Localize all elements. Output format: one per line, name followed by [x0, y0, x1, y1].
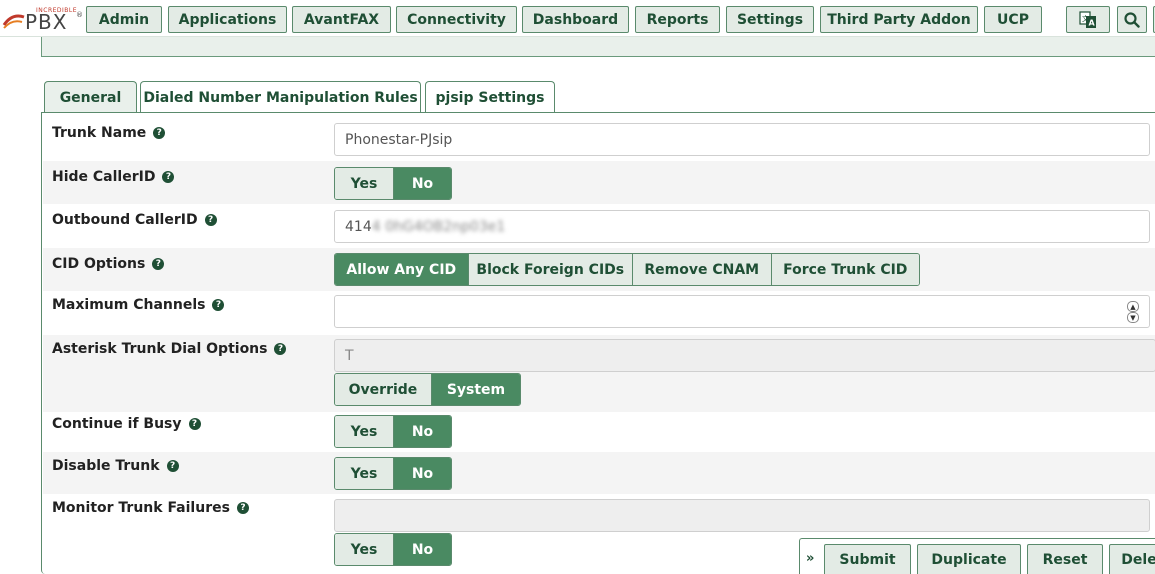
hide-callerid-label-text: Hide CallerID	[52, 169, 156, 185]
max-channels-label: Maximum Channels ?	[52, 297, 225, 313]
cid-block-foreign[interactable]: Block Foreign CIDs	[468, 254, 633, 285]
nav-avantfax[interactable]: AvantFAX	[292, 6, 391, 33]
monitor-failures-label: Monitor Trunk Failures ?	[52, 500, 249, 516]
incredible-pbx-logo[interactable]: INCREDIBLE PBX ®	[2, 7, 83, 34]
nav-admin[interactable]: Admin	[86, 6, 162, 33]
max-channels-label-text: Maximum Channels	[52, 297, 206, 313]
help-icon[interactable]: ?	[166, 460, 179, 472]
cid-force-trunk[interactable]: Force Trunk CID	[771, 254, 919, 285]
number-spinner[interactable]: ▲ ▼	[1127, 301, 1139, 323]
continue-if-busy-yes[interactable]: Yes	[335, 416, 394, 447]
monitor-failures-yes[interactable]: Yes	[335, 534, 394, 565]
translate-icon: 文 A	[1079, 10, 1096, 28]
disable-trunk-yes[interactable]: Yes	[335, 458, 394, 489]
help-icon[interactable]: ?	[274, 343, 287, 355]
help-icon[interactable]: ?	[153, 127, 166, 139]
row-cid-options: CID Options ? Allow Any CID Block Foreig…	[43, 248, 1155, 291]
nav-dashboard[interactable]: Dashboard	[522, 6, 629, 33]
cid-allow-any[interactable]: Allow Any CID	[335, 254, 469, 285]
submit-button[interactable]: Submit	[824, 544, 911, 574]
help-icon[interactable]: ?	[204, 214, 217, 226]
nav-third-party-addon[interactable]: Third Party Addon	[820, 6, 978, 33]
dial-options-toggle: Override System	[334, 373, 521, 406]
monitor-failures-label-text: Monitor Trunk Failures	[52, 500, 230, 516]
general-settings-panel: Trunk Name ? Phonestar-PJsip Hide Caller…	[41, 112, 1155, 574]
cid-remove-cnam[interactable]: Remove CNAM	[632, 254, 772, 285]
nav-ucp[interactable]: UCP	[984, 6, 1042, 33]
logo-registered-mark: ®	[76, 11, 83, 19]
svg-text:A: A	[1089, 18, 1096, 27]
row-continue-if-busy: Continue if Busy ? Yes No	[43, 412, 1155, 452]
help-icon[interactable]: ?	[152, 258, 165, 270]
trunk-name-input[interactable]: Phonestar-PJsip	[334, 123, 1150, 156]
cid-options-label-text: CID Options	[52, 256, 146, 272]
trunk-name-value: Phonestar-PJsip	[345, 131, 453, 148]
help-icon[interactable]: ?	[236, 502, 249, 514]
hide-callerid-yes[interactable]: Yes	[335, 168, 394, 199]
outbound-callerid-input[interactable]: 414 4 0hG4OB2np03e1	[334, 210, 1150, 243]
nav-applications[interactable]: Applications	[168, 6, 287, 33]
row-dial-options: Asterisk Trunk Dial Options ? T Override…	[43, 335, 1155, 412]
disable-trunk-toggle: Yes No	[334, 457, 452, 490]
subheader-bar	[41, 37, 1155, 57]
delete-button[interactable]: Dele	[1109, 544, 1155, 574]
duplicate-button[interactable]: Duplicate	[917, 544, 1021, 574]
logo-swoosh-icon	[2, 14, 25, 29]
disable-trunk-label: Disable Trunk ?	[52, 458, 179, 474]
dial-options-label-text: Asterisk Trunk Dial Options	[52, 341, 268, 357]
outbound-callerid-label: Outbound CallerID ?	[52, 212, 217, 228]
row-max-channels: Maximum Channels ? ▲ ▼	[43, 291, 1155, 335]
dial-options-input[interactable]: T	[334, 339, 1155, 372]
continue-if-busy-toggle: Yes No	[334, 415, 452, 448]
monitor-failures-input[interactable]	[334, 499, 1150, 532]
search-button[interactable]	[1117, 6, 1147, 33]
hide-callerid-toggle: Yes No	[334, 167, 452, 200]
row-trunk-name: Trunk Name ? Phonestar-PJsip	[43, 113, 1155, 161]
dial-options-system[interactable]: System	[431, 374, 520, 405]
disable-trunk-no[interactable]: No	[393, 458, 451, 489]
outbound-callerid-value: 414	[345, 218, 372, 235]
row-outbound-callerid: Outbound CallerID ? 414 4 0hG4OB2np03e1	[43, 204, 1155, 248]
help-icon[interactable]: ?	[162, 171, 175, 183]
hide-callerid-no[interactable]: No	[393, 168, 451, 199]
cid-options-label: CID Options ?	[52, 256, 165, 272]
help-icon[interactable]: ?	[188, 418, 201, 430]
outbound-callerid-blurred-value: 4 0hG4OB2np03e1	[371, 218, 506, 235]
cid-options-toggle: Allow Any CID Block Foreign CIDs Remove …	[334, 253, 920, 286]
translate-button[interactable]: 文 A	[1066, 6, 1110, 33]
help-icon[interactable]: ?	[212, 299, 225, 311]
reset-button[interactable]: Reset	[1027, 544, 1103, 574]
trunk-name-label-text: Trunk Name	[52, 125, 147, 141]
hide-callerid-label: Hide CallerID ?	[52, 169, 175, 185]
nav-connectivity[interactable]: Connectivity	[396, 6, 517, 33]
continue-if-busy-label-text: Continue if Busy	[52, 416, 182, 432]
monitor-failures-no[interactable]: No	[393, 534, 451, 565]
tab-pjsip-settings[interactable]: pjsip Settings	[425, 81, 555, 113]
dial-options-override[interactable]: Override	[335, 374, 432, 405]
monitor-failures-toggle: Yes No	[334, 533, 452, 566]
continue-if-busy-label: Continue if Busy ?	[52, 416, 201, 432]
max-channels-input[interactable]: ▲ ▼	[334, 295, 1150, 328]
outbound-callerid-label-text: Outbound CallerID	[52, 212, 198, 228]
dial-options-value: T	[345, 347, 354, 364]
tab-dialed-number-manipulation-rules[interactable]: Dialed Number Manipulation Rules	[140, 81, 421, 113]
row-hide-callerid: Hide CallerID ? Yes No	[43, 161, 1155, 204]
trunk-name-label: Trunk Name ?	[52, 125, 166, 141]
dial-options-label: Asterisk Trunk Dial Options ?	[52, 341, 287, 357]
chevron-up-icon[interactable]: ▲	[1127, 301, 1139, 312]
collapse-chevron-icon[interactable]: »	[806, 551, 814, 566]
nav-settings[interactable]: Settings	[726, 6, 814, 33]
search-icon	[1124, 11, 1140, 28]
tab-general[interactable]: General	[44, 81, 137, 114]
nav-reports[interactable]: Reports	[635, 6, 720, 33]
top-navbar: INCREDIBLE PBX ® Admin Applications Avan…	[0, 0, 1155, 37]
logo-big-text: PBX	[25, 10, 68, 34]
continue-if-busy-no[interactable]: No	[393, 416, 451, 447]
row-disable-trunk: Disable Trunk ? Yes No	[43, 452, 1155, 494]
disable-trunk-label-text: Disable Trunk	[52, 458, 160, 474]
chevron-down-icon[interactable]: ▼	[1127, 312, 1139, 323]
